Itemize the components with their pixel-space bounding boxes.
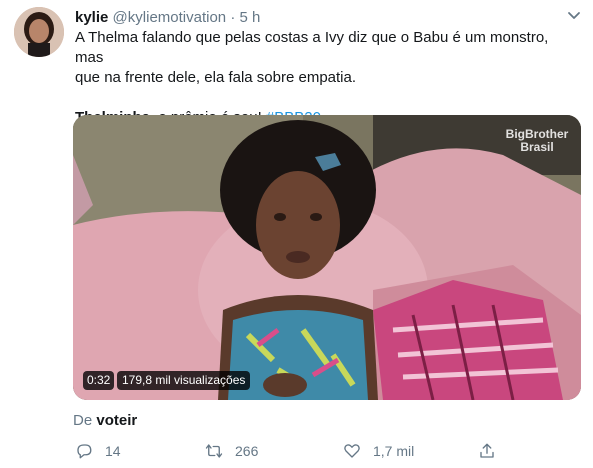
reply-count: 14 — [105, 443, 121, 459]
video-player[interactable] — [73, 115, 581, 400]
source-attribution: De voteir — [73, 412, 137, 430]
tweet-header: kylie @kyliemotivation · 5 h — [75, 9, 260, 27]
retweet-count: 266 — [235, 443, 259, 459]
tweet-text: A Thelma falando que pelas costas a Ivy … — [75, 28, 580, 128]
tweet-text-line: que na frente dele, ela fala sobre empat… — [75, 69, 357, 86]
tweet-actions: 14 266 1,7 mil — [0, 440, 593, 462]
author-handle[interactable]: @kyliemotivation — [113, 9, 227, 26]
source-link[interactable]: voteir — [96, 412, 137, 429]
video-watermark: BigBrother Brasil — [505, 127, 569, 154]
like-icon — [344, 444, 360, 458]
video-views: 179,8 mil visualizações — [117, 371, 251, 390]
author-name[interactable]: kylie — [75, 9, 108, 26]
reply-icon — [77, 444, 92, 459]
video-duration: 0:32 — [83, 371, 115, 390]
separator-dot: · — [230, 9, 236, 26]
retweet-icon — [205, 444, 223, 458]
tweet-time[interactable]: 5 h — [240, 9, 261, 26]
retweet-button[interactable]: 266 — [205, 440, 258, 462]
reply-button[interactable]: 14 — [75, 440, 121, 462]
share-button[interactable] — [478, 440, 508, 462]
tweet-text-line: A Thelma falando que pelas costas a Ivy … — [75, 29, 549, 66]
source-prefix: De — [73, 412, 93, 429]
like-count: 1,7 mil — [373, 443, 415, 459]
avatar[interactable] — [14, 7, 64, 57]
like-button[interactable]: 1,7 mil — [343, 440, 414, 462]
chevron-down-icon[interactable] — [566, 7, 582, 23]
share-icon — [480, 443, 494, 458]
